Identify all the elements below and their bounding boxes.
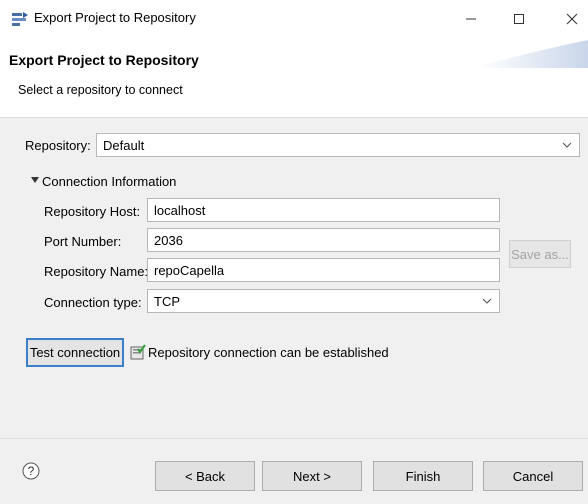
connection-type-label: Connection type: xyxy=(44,295,142,310)
connection-status-text: Repository connection can be established xyxy=(148,345,389,360)
wizard-footer: ? < Back Next > Finish Cancel xyxy=(0,438,588,504)
export-wizard-icon xyxy=(12,12,28,26)
host-label: Repository Host: xyxy=(44,204,141,219)
help-icon[interactable]: ? xyxy=(22,462,40,480)
title-bar: Export Project to Repository xyxy=(0,0,588,38)
close-button[interactable] xyxy=(560,8,584,30)
repository-name-label: Repository Name: xyxy=(44,264,149,279)
close-icon xyxy=(566,13,578,25)
connection-type-select[interactable]: TCP xyxy=(147,289,500,313)
page-description: Select a repository to connect xyxy=(18,83,183,97)
host-field[interactable]: localhost xyxy=(147,198,500,222)
host-field-value: localhost xyxy=(154,202,206,218)
connection-section-label[interactable]: Connection Information xyxy=(42,174,176,189)
maximize-button[interactable] xyxy=(507,8,531,30)
port-field[interactable]: 2036 xyxy=(147,228,500,252)
back-button[interactable]: < Back xyxy=(155,461,255,491)
chevron-down-icon xyxy=(562,142,572,148)
repository-name-field[interactable]: repoCapella xyxy=(147,258,500,282)
chevron-down-icon xyxy=(482,298,492,304)
maximize-icon xyxy=(514,14,524,24)
connection-type-value: TCP xyxy=(154,293,180,309)
wizard-body: Repository: Default Connection Informati… xyxy=(0,119,588,439)
repository-name-field-value: repoCapella xyxy=(154,262,225,278)
minimize-button[interactable] xyxy=(459,8,483,30)
svg-text:?: ? xyxy=(28,464,35,478)
minimize-icon xyxy=(466,18,476,20)
triangle-down-icon[interactable] xyxy=(31,176,39,184)
window-title: Export Project to Repository xyxy=(34,10,196,25)
export-dialog: Export Project to Repository Export Proj… xyxy=(0,0,588,504)
save-as-button[interactable]: Save as... xyxy=(509,240,571,268)
port-field-value: 2036 xyxy=(154,232,183,248)
finish-button[interactable]: Finish xyxy=(373,461,473,491)
wizard-header: Export Project to Repository Select a re… xyxy=(0,38,588,118)
port-label: Port Number: xyxy=(44,234,122,249)
repository-select[interactable]: Default xyxy=(96,133,580,157)
header-banner-graphic xyxy=(478,40,588,68)
connection-ok-icon xyxy=(130,344,146,360)
repository-select-value: Default xyxy=(103,137,145,153)
test-connection-button[interactable]: Test connection xyxy=(26,338,124,367)
page-title: Export Project to Repository xyxy=(9,52,199,68)
repository-label: Repository: xyxy=(25,138,91,153)
cancel-button[interactable]: Cancel xyxy=(483,461,583,491)
next-button[interactable]: Next > xyxy=(262,461,362,491)
